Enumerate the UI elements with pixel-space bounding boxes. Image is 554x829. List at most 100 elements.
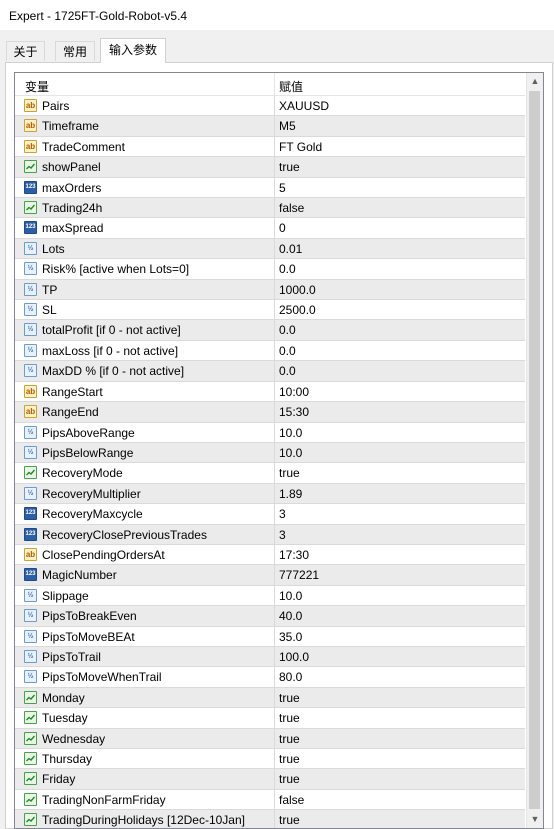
parameter-row[interactable]: Friday true	[15, 769, 525, 790]
tab-inputs[interactable]: 输入参数	[100, 38, 166, 63]
parameter-value[interactable]: true	[279, 466, 300, 480]
parameter-value[interactable]: 10:00	[279, 385, 309, 399]
parameter-value[interactable]: 1000.0	[279, 283, 316, 297]
parameter-row[interactable]: 123 RecoveryMaxcycle 3	[15, 504, 525, 525]
parameter-row[interactable]: showPanel true	[15, 157, 525, 178]
parameter-row[interactable]: 123 maxSpread 0	[15, 218, 525, 239]
parameter-row[interactable]: ½ Slippage 10.0	[15, 585, 525, 607]
parameter-value[interactable]: 0.0	[279, 364, 296, 378]
parameter-value[interactable]: XAUUSD	[279, 99, 329, 113]
parameter-row[interactable]: ab Pairs XAUUSD	[15, 96, 525, 117]
parameter-row[interactable]: 123 RecoveryClosePreviousTrades 3	[15, 524, 525, 545]
parameter-value[interactable]: 35.0	[279, 630, 302, 644]
parameter-value[interactable]: 40.0	[279, 609, 302, 623]
scroll-up-icon[interactable]: ▲	[527, 73, 543, 90]
scroll-thumb[interactable]	[529, 91, 540, 809]
cell-divider	[274, 606, 275, 626]
parameter-row[interactable]: ½ PipsAboveRange 10.0	[15, 422, 525, 443]
scroll-down-icon[interactable]: ▼	[527, 811, 543, 828]
double-type-icon: ½	[24, 649, 37, 663]
parameter-value[interactable]: 10.0	[279, 426, 302, 440]
tab-common[interactable]: 常用	[55, 41, 95, 61]
parameter-row[interactable]: RecoveryMode true	[15, 463, 525, 484]
parameter-value[interactable]: true	[279, 691, 300, 705]
parameter-value[interactable]: 1.89	[279, 487, 302, 501]
parameter-value[interactable]: 15:30	[279, 405, 309, 419]
parameter-name: PipsToMoveBEAt	[42, 629, 135, 644]
parameter-value[interactable]: false	[279, 201, 304, 215]
parameter-row[interactable]: ½ maxLoss [if 0 - not active] 0.0	[15, 340, 525, 362]
parameter-value[interactable]: 3	[279, 528, 286, 542]
parameter-value[interactable]: 5	[279, 181, 286, 195]
parameter-name: Monday	[42, 690, 85, 705]
parameter-row[interactable]: Tuesday true	[15, 708, 525, 729]
parameter-row[interactable]: ½ PipsToMoveBEAt 35.0	[15, 626, 525, 647]
parameter-name: Thursday	[42, 752, 93, 766]
parameter-row[interactable]: ½ Lots 0.01	[15, 238, 525, 260]
parameter-value[interactable]: true	[279, 752, 300, 766]
parameter-row[interactable]: TradingNonFarmFriday false	[15, 789, 525, 811]
parameter-value[interactable]: 10.0	[279, 446, 302, 460]
column-header-value[interactable]: 赋值	[279, 78, 303, 95]
parameter-value[interactable]: false	[279, 793, 304, 807]
parameter-value[interactable]: 100.0	[279, 650, 309, 664]
parameter-row[interactable]: Wednesday true	[15, 728, 525, 749]
parameter-row[interactable]: ½ PipsToBreakEven 40.0	[15, 606, 525, 627]
parameter-row[interactable]: 123 maxOrders 5	[15, 177, 525, 199]
parameter-row[interactable]: ½ totalProfit [if 0 - not active] 0.0	[15, 320, 525, 341]
parameter-row[interactable]: ½ Risk% [active when Lots=0] 0.0	[15, 259, 525, 280]
parameter-value[interactable]: 3	[279, 507, 286, 521]
cell-divider	[274, 626, 275, 646]
parameter-row[interactable]: ab RangeEnd 15:30	[15, 402, 525, 423]
parameter-value[interactable]: 10.0	[279, 589, 302, 603]
parameter-value[interactable]: true	[279, 711, 300, 725]
cell-divider	[274, 96, 275, 116]
parameter-value[interactable]: 0	[279, 221, 286, 235]
parameter-row[interactable]: ½ TP 1000.0	[15, 279, 525, 301]
parameter-row[interactable]: ½ PipsToTrail 100.0	[15, 646, 525, 668]
parameter-row[interactable]: Monday true	[15, 687, 525, 709]
parameter-name: Risk% [active when Lots=0]	[42, 262, 190, 277]
parameter-value[interactable]: 17:30	[279, 548, 309, 562]
parameter-value[interactable]: true	[279, 813, 300, 827]
parameter-value[interactable]: true	[279, 732, 300, 746]
parameter-row[interactable]: ab Timeframe M5	[15, 116, 525, 137]
parameter-name: totalProfit [if 0 - not active]	[42, 323, 181, 338]
parameter-value[interactable]: 0.01	[279, 242, 302, 256]
tab-about[interactable]: 关于	[6, 41, 45, 61]
parameter-row[interactable]: ½ MaxDD % [if 0 - not active] 0.0	[15, 361, 525, 382]
string-type-icon: ab	[24, 384, 37, 398]
parameter-row[interactable]: ½ RecoveryMultiplier 1.89	[15, 483, 525, 505]
parameter-value[interactable]: FT Gold	[279, 140, 322, 154]
bool-type-icon	[24, 160, 37, 174]
parameter-row[interactable]: 123 MagicNumber 777221	[15, 565, 525, 586]
parameter-row[interactable]: ½ SL 2500.0	[15, 300, 525, 321]
parameter-value[interactable]: 0.0	[279, 344, 296, 358]
parameter-row[interactable]: ½ PipsBelowRange 10.0	[15, 442, 525, 464]
parameter-row[interactable]: Trading24h false	[15, 198, 525, 219]
parameter-name: PipsToTrail	[42, 649, 101, 664]
parameter-name: maxOrders	[42, 180, 102, 195]
parameter-row[interactable]: TradingDuringHolidays [12Dec-10Jan] true	[15, 810, 525, 828]
parameter-name: RecoveryMode	[42, 466, 123, 481]
parameter-row[interactable]: ½ PipsToMoveWhenTrail 80.0	[15, 667, 525, 688]
vertical-scrollbar[interactable]: ▲ ▼	[526, 73, 543, 828]
parameter-value[interactable]: 777221	[279, 568, 319, 582]
column-divider[interactable]	[274, 73, 275, 95]
double-type-icon: ½	[24, 588, 37, 602]
parameter-row[interactable]: Thursday true	[15, 749, 525, 770]
parameter-value[interactable]: M5	[279, 119, 296, 133]
parameter-value[interactable]: 0.0	[279, 262, 296, 276]
parameter-value[interactable]: 2500.0	[279, 303, 316, 317]
cell-divider	[274, 340, 275, 361]
parameter-row[interactable]: ab ClosePendingOrdersAt 17:30	[15, 544, 525, 566]
parameter-value[interactable]: true	[279, 160, 300, 174]
window-titlebar: Expert - 1725FT-Gold-Robot-v5.4	[0, 0, 554, 30]
parameter-value[interactable]: 80.0	[279, 670, 302, 684]
parameter-row[interactable]: ab TradeComment FT Gold	[15, 136, 525, 158]
parameter-row[interactable]: ab RangeStart 10:00	[15, 381, 525, 403]
bool-type-icon	[24, 731, 37, 745]
column-header-variable[interactable]: 变量	[25, 78, 49, 95]
parameter-value[interactable]: 0.0	[279, 323, 296, 337]
parameter-value[interactable]: true	[279, 772, 300, 786]
